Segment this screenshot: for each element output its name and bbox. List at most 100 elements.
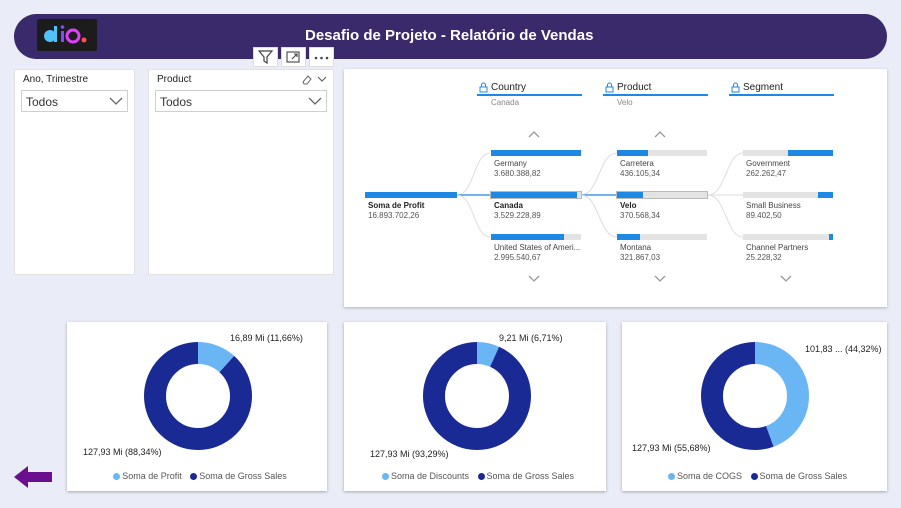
legend: Soma de Profit Soma de Gross Sales — [67, 471, 327, 481]
product-node-label: Montana — [620, 243, 652, 252]
legend-dot — [477, 473, 485, 480]
segment-node-value: 89.402,50 — [746, 211, 782, 220]
scroll-up-icon[interactable] — [528, 130, 540, 138]
product-node-value: 370.568,34 — [620, 211, 661, 220]
donut-small-label: 101,83 ... (44,32%) — [805, 344, 882, 354]
scroll-up-icon[interactable] — [654, 130, 666, 138]
level-selected-country: Canada — [491, 98, 520, 107]
segment-node-label: Small Business — [746, 201, 801, 210]
more-options-icon[interactable] — [309, 47, 334, 67]
decomposition-tree: Country Canada Product Velo Segment Soma… — [344, 69, 887, 307]
country-node-bar-fill — [491, 150, 581, 156]
slicer-dropdown[interactable]: Todos — [21, 90, 128, 112]
donut-chart[interactable] — [344, 322, 606, 491]
donut-chart-profit: 16,89 Mi (11,66%) 127,93 Mi (88,34%) Som… — [67, 322, 327, 491]
product-node-bar-fill — [617, 192, 644, 198]
slicer-title: Ano, Trimestre — [23, 74, 89, 85]
filter-icon[interactable] — [253, 47, 278, 67]
level-underline — [729, 94, 834, 96]
legend-item[interactable]: Soma de Profit — [122, 471, 182, 481]
legend-item[interactable]: Soma de Gross Sales — [760, 471, 848, 481]
root-bar-fill — [365, 192, 457, 198]
segment-node-bar-fill — [828, 234, 833, 240]
page-title: Desafio de Projeto - Relatório de Vendas — [305, 27, 594, 44]
donut-slice-large[interactable] — [144, 342, 252, 450]
segment-node-bar-fill — [788, 150, 833, 156]
segment-node-label: Government — [746, 159, 791, 168]
country-node-bar[interactable] — [491, 234, 581, 240]
donut-big-label: 127,93 Mi (88,34%) — [83, 447, 162, 457]
legend-dot — [381, 473, 389, 480]
country-node-bar-fill — [491, 192, 578, 198]
product-node-value: 321.867,03 — [620, 253, 661, 262]
slicer-value: Todos — [160, 95, 193, 109]
segment-node-label: Channel Partners — [746, 243, 809, 252]
scroll-down-icon[interactable] — [528, 275, 540, 283]
chevron-down-icon — [308, 97, 322, 105]
root-label: Soma de Profit — [368, 201, 425, 210]
segment-node-bar[interactable] — [743, 234, 833, 240]
slicer-title: Product — [157, 74, 192, 85]
legend-item[interactable]: Soma de Discounts — [391, 471, 469, 481]
root-bar[interactable] — [365, 192, 457, 198]
country-node-value: 2.995.540,67 — [494, 253, 541, 262]
product-node-label: Carretera — [620, 159, 654, 168]
lock-icon — [605, 82, 614, 93]
donut-chart[interactable] — [67, 322, 327, 491]
legend-dot — [750, 473, 758, 480]
slicer-ano-trimestre: Ano, Trimestre Todos — [14, 69, 135, 275]
donut-chart-discounts: 9,21 Mi (6,71%) 127,93 Mi (93,29%) Soma … — [344, 322, 606, 491]
root-value: 16.893.702,26 — [368, 211, 420, 220]
scroll-down-icon[interactable] — [654, 275, 666, 283]
tree-connectors — [456, 152, 744, 238]
country-node-value: 3.529.228,89 — [494, 211, 541, 220]
scroll-down-icon[interactable] — [780, 275, 792, 283]
product-node-label: Velo — [620, 201, 637, 210]
donut-small-label: 16,89 Mi (11,66%) — [230, 333, 303, 343]
legend-item[interactable]: Soma de Gross Sales — [199, 471, 287, 481]
legend-item[interactable]: Soma de COGS — [677, 471, 742, 481]
donut-chart-cogs: 101,83 ... (44,32%) 127,93 Mi (55,68%) S… — [622, 322, 887, 491]
product-node-bar-fill — [617, 234, 640, 240]
donut-small-label: 9,21 Mi (6,71%) — [499, 333, 563, 343]
slicer-value: Todos — [26, 95, 59, 109]
product-node-bar-fill — [617, 150, 648, 156]
legend-item[interactable]: Soma de Gross Sales — [487, 471, 575, 481]
product-node-bar[interactable] — [616, 191, 708, 199]
donut-big-label: 127,93 Mi (93,29%) — [370, 449, 449, 459]
country-node-bar[interactable] — [490, 191, 582, 199]
product-node-value: 436.105,34 — [620, 169, 661, 178]
segment-node-bar[interactable] — [743, 192, 833, 198]
product-node-bar[interactable] — [617, 234, 707, 240]
legend-dot — [190, 473, 198, 480]
segment-node-bar-fill — [817, 192, 833, 198]
slicer-product: Product Todos — [148, 69, 334, 275]
country-node-label: United States of Ameri... — [494, 243, 581, 252]
legend: Soma de Discounts Soma de Gross Sales — [344, 471, 606, 481]
country-node-bar-fill — [491, 234, 564, 240]
lock-icon — [731, 82, 740, 93]
level-header-segment[interactable]: Segment — [743, 82, 783, 93]
level-header-product[interactable]: Product — [617, 82, 651, 93]
country-node-bar[interactable] — [491, 150, 581, 156]
level-header-country[interactable]: Country — [491, 82, 526, 93]
legend-dot — [667, 473, 675, 480]
focus-mode-icon[interactable] — [281, 47, 306, 67]
eraser-icon[interactable] — [301, 74, 313, 85]
segment-node-bar[interactable] — [743, 150, 833, 156]
country-node-value: 3.680.388,82 — [494, 169, 541, 178]
level-underline — [603, 94, 708, 96]
level-selected-product: Velo — [617, 98, 633, 107]
dio-logo — [37, 19, 97, 51]
back-arrow-icon[interactable] — [12, 463, 54, 491]
slicer-dropdown[interactable]: Todos — [155, 90, 327, 112]
country-node-label: Germany — [494, 159, 527, 168]
product-node-bar[interactable] — [617, 150, 707, 156]
legend-dot — [113, 473, 121, 480]
segment-node-value: 25.228,32 — [746, 253, 782, 262]
segment-node-value: 262.262,47 — [746, 169, 787, 178]
lock-icon — [479, 82, 488, 93]
chevron-down-icon — [109, 97, 123, 105]
chevron-down-icon[interactable] — [317, 75, 327, 83]
donut-slice-large[interactable] — [423, 342, 531, 450]
